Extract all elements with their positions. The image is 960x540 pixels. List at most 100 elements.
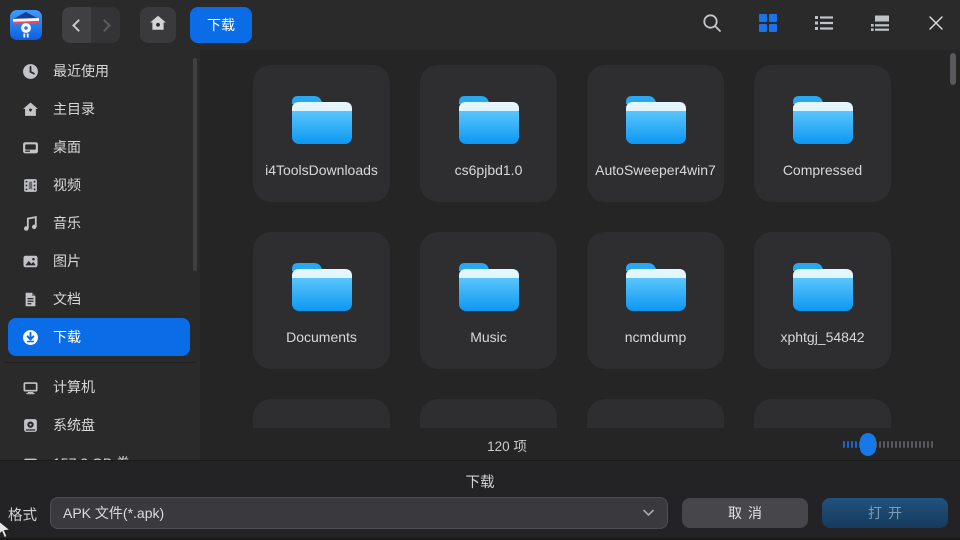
sidebar-item-label: 计算机: [53, 377, 95, 397]
sidebar-item-label: 157.2 GB 卷: [53, 453, 130, 460]
sidebar-item-label: 最近使用: [53, 61, 109, 81]
slider-tick: [851, 441, 853, 448]
clock-icon: [21, 62, 39, 80]
list-view-button[interactable]: [812, 13, 836, 37]
file-dialog-window: 下载 最近使用主目录桌面视频音乐图片文档下载计算机系统盘157.2 GB 卷 i…: [0, 0, 960, 540]
item-count: 120 项: [487, 435, 527, 455]
sidebar-item-1[interactable]: 主目录: [8, 90, 190, 128]
detail-view-button[interactable]: [868, 13, 892, 37]
sidebar-item-6[interactable]: 文档: [8, 280, 190, 318]
sidebar-item-label: 文档: [53, 289, 81, 309]
file-view: i4ToolsDownloads cs6pjbd1.0 AutoSweeper4wi…: [200, 50, 960, 460]
grid-view-icon: [758, 13, 778, 38]
folder-name: ncmdump: [595, 328, 717, 346]
grid-view-button[interactable]: [756, 13, 780, 37]
sidebar-item-5[interactable]: 图片: [8, 242, 190, 280]
file-manager-app-icon: [8, 7, 44, 43]
sidebar-item-7[interactable]: 下载: [8, 318, 190, 356]
folder-name: Music: [428, 328, 550, 346]
folder-name: Compressed: [762, 161, 884, 179]
sidebar-item-label: 桌面: [53, 137, 81, 157]
sidebar-item-label: 视频: [53, 175, 81, 195]
slider-tick: [879, 441, 881, 448]
format-select[interactable]: APK 文件(*.apk): [50, 497, 668, 529]
titlebar-actions: [668, 0, 948, 50]
folder-icon: [622, 92, 690, 153]
titlebar: 下载: [0, 0, 960, 50]
computer-icon: [21, 378, 39, 396]
folder-icon: [622, 259, 690, 320]
slider-tick: [907, 441, 909, 448]
folder-tile[interactable]: Music: [420, 232, 557, 369]
document-icon: [21, 290, 39, 308]
folder-name: i4ToolsDownloads: [261, 161, 383, 179]
slider-tick: [931, 441, 933, 448]
video-icon: [21, 176, 39, 194]
folder-name: Documents: [261, 328, 383, 346]
folder-tile[interactable]: Compressed: [754, 65, 891, 202]
open-button[interactable]: 打开: [822, 498, 948, 528]
slider-tick: [887, 441, 889, 448]
folder-icon: [789, 92, 857, 153]
statusbar: 120 项: [200, 428, 960, 460]
download-icon: [21, 328, 39, 346]
slider-tick: [911, 441, 913, 448]
slider-tick: [855, 441, 857, 448]
sidebar-item-3[interactable]: 视频: [8, 166, 190, 204]
folder-name: cs6pjbd1.0: [428, 161, 550, 179]
sidebar-item-2[interactable]: 桌面: [8, 128, 190, 166]
sidebar-item-0[interactable]: 最近使用: [8, 52, 190, 90]
slider-tick: [927, 441, 929, 448]
slider-tick: [899, 441, 901, 448]
sidebar-item-label: 音乐: [53, 213, 81, 233]
dialog-footer: 下载 格式 APK 文件(*.apk) 取消 打开: [0, 460, 960, 540]
folder-tile[interactable]: ncmdump: [587, 232, 724, 369]
folder-tile[interactable]: i4ToolsDownloads: [253, 65, 390, 202]
file-view-scrollbar[interactable]: [950, 53, 956, 85]
list-view-icon: [814, 13, 834, 38]
close-icon: [926, 13, 946, 38]
sidebar-item-10[interactable]: 157.2 GB 卷: [8, 444, 190, 460]
desktop-icon: [21, 138, 39, 156]
back-button[interactable]: [62, 7, 91, 43]
folder-name: AutoSweeper4win7: [595, 161, 717, 179]
folder-tile[interactable]: AutoSweeper4win7: [587, 65, 724, 202]
sidebar-item-4[interactable]: 音乐: [8, 204, 190, 242]
close-button[interactable]: [924, 13, 948, 37]
breadcrumb-current-folder[interactable]: 下载: [190, 7, 252, 43]
slider-tick: [919, 441, 921, 448]
forward-button[interactable]: [91, 7, 120, 43]
image-icon: [21, 252, 39, 270]
music-icon: [21, 214, 39, 232]
sidebar-scrollbar[interactable]: [193, 58, 197, 271]
sidebar-item-label: 系统盘: [53, 415, 95, 435]
sidebar-item-label: 主目录: [53, 99, 95, 119]
home-icon: [149, 14, 167, 37]
folder-icon: [288, 259, 356, 320]
slider-tick: [847, 441, 849, 448]
chevron-right-icon: [98, 19, 111, 32]
folder-tile[interactable]: Documents: [253, 232, 390, 369]
folder-tile[interactable]: xphtgj_54842: [754, 232, 891, 369]
mouse-cursor: [0, 519, 13, 540]
slider-tick: [883, 441, 885, 448]
icon-size-slider[interactable]: [843, 433, 941, 457]
slider-tick: [891, 441, 893, 448]
slider-tick: [915, 441, 917, 448]
folder-tile[interactable]: cs6pjbd1.0: [420, 65, 557, 202]
dialog-title: 下载: [0, 471, 960, 492]
cancel-button[interactable]: 取消: [682, 498, 808, 528]
slider-thumb-icon[interactable]: [860, 433, 876, 456]
sidebar-item-label: 下载: [53, 327, 81, 347]
search-button[interactable]: [700, 13, 724, 37]
slider-tick: [895, 441, 897, 448]
folder-icon: [288, 92, 356, 153]
sidebar-item-9[interactable]: 系统盘: [8, 406, 190, 444]
slider-tick: [903, 441, 905, 448]
chevron-left-icon: [72, 19, 85, 32]
home-button[interactable]: [140, 7, 176, 43]
chevron-down-icon: [642, 504, 655, 522]
search-icon: [701, 12, 723, 39]
slider-tick: [923, 441, 925, 448]
sidebar-item-8[interactable]: 计算机: [8, 368, 190, 406]
